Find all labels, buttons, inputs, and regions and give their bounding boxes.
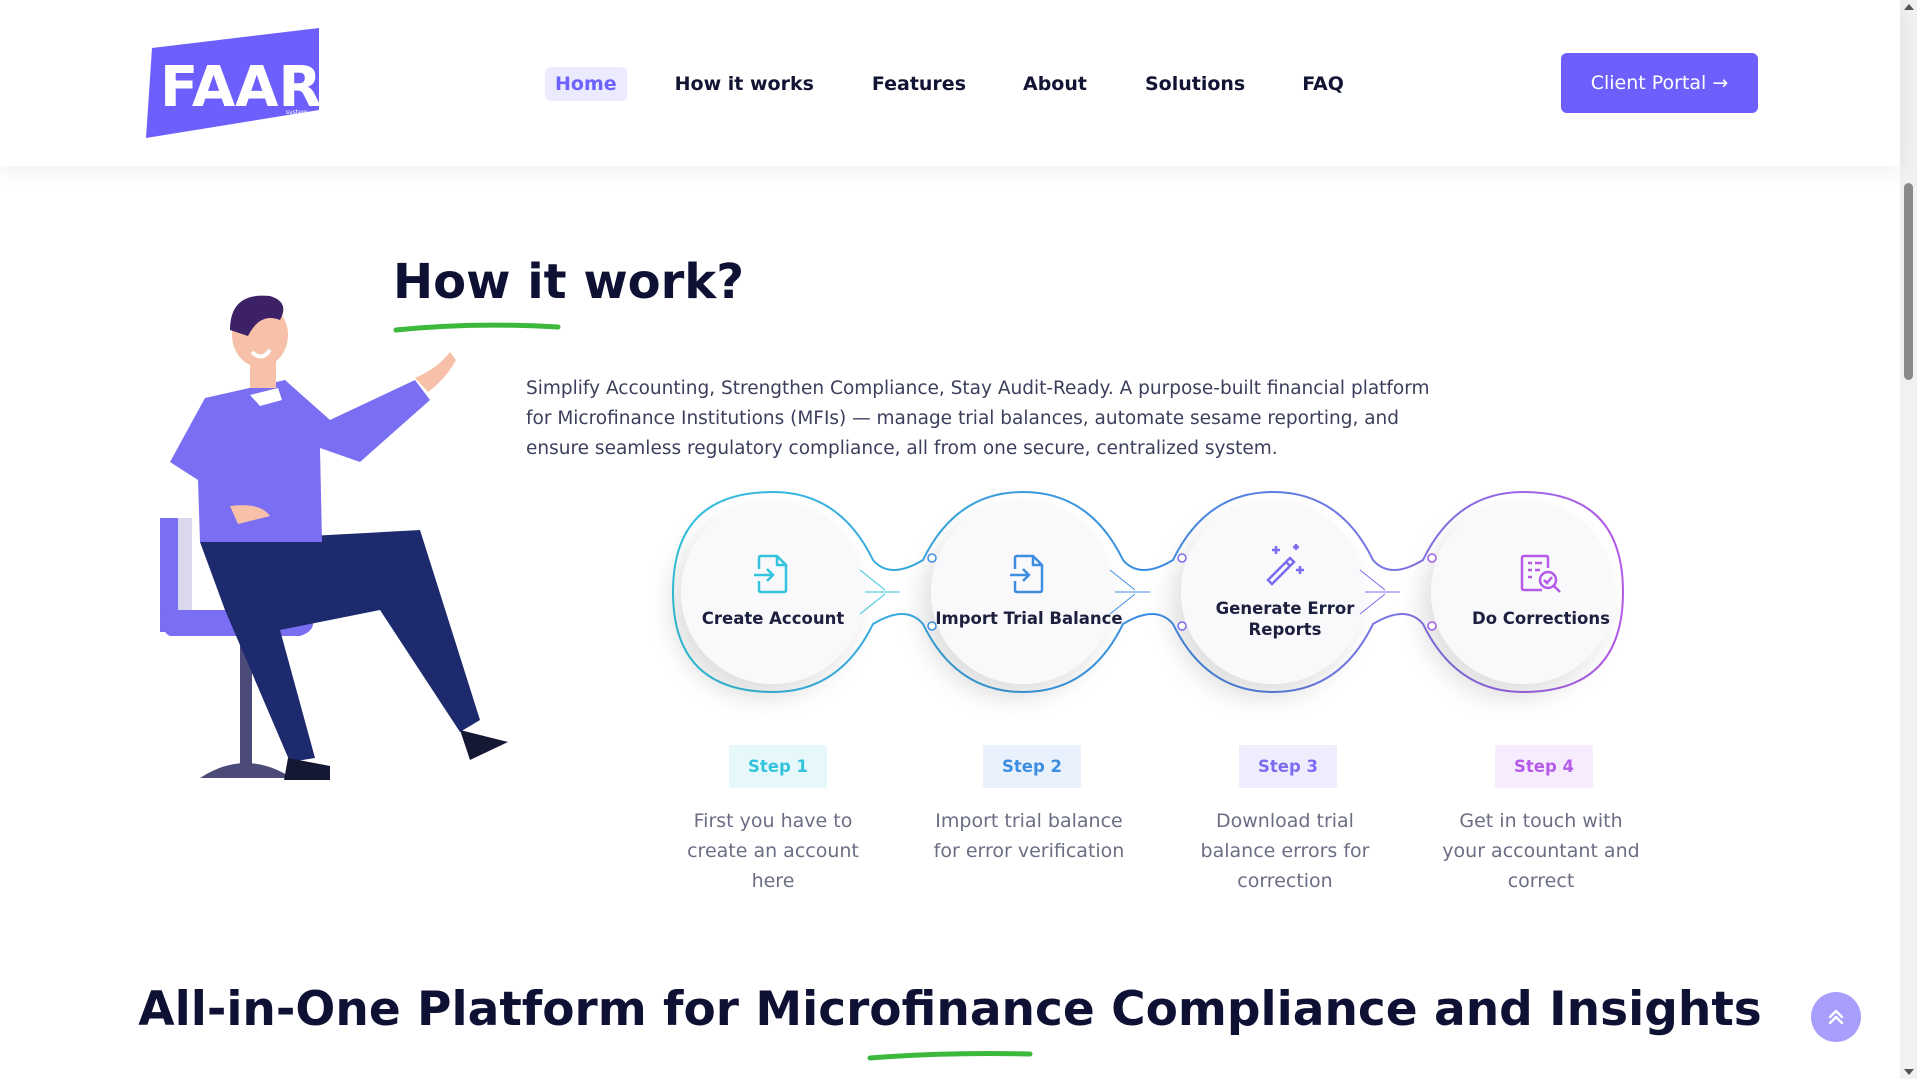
step-3-description: Download trial balance errors for correc… xyxy=(1200,810,1370,892)
scrollbar-thumb[interactable] xyxy=(1904,183,1913,380)
step-2-badge: Step 2 xyxy=(983,745,1081,788)
step-3-title: Generate Error Reports xyxy=(1215,599,1355,639)
intro-paragraph: Simplify Accounting, Strengthen Complian… xyxy=(526,377,1430,459)
platform-section-title: All-in-One Platform for Microfinance Com… xyxy=(138,982,1762,1037)
file-import-icon xyxy=(754,554,788,594)
step-4-badge: Step 4 xyxy=(1495,745,1593,788)
step-1-title: Create Account xyxy=(701,609,845,628)
steps-flow-diagram xyxy=(671,490,1625,694)
person-on-chair-illustration xyxy=(160,295,508,780)
title-underline xyxy=(393,322,561,333)
step-3-badge: Step 3 xyxy=(1239,745,1337,788)
client-portal-button[interactable]: Client Portal → xyxy=(1561,53,1758,113)
page: FAAR system Home How it works Features A… xyxy=(0,0,1900,1079)
step-4-title: Do Corrections xyxy=(1472,609,1610,628)
step-4-description: Get in touch with your accountant and co… xyxy=(1442,810,1640,892)
faar-logo[interactable]: FAAR system xyxy=(146,28,319,138)
magic-wand-icon xyxy=(1266,544,1304,586)
main-nav: Home How it works Features About Solutio… xyxy=(545,66,1354,102)
nav-features[interactable]: Features xyxy=(862,67,976,101)
nav-how-it-works[interactable]: How it works xyxy=(665,67,824,101)
how-it-works-title: How it work? xyxy=(393,254,745,310)
nav-home[interactable]: Home xyxy=(545,67,627,101)
double-chevron-up-icon xyxy=(1828,1009,1844,1025)
file-import-icon xyxy=(1010,554,1044,594)
back-to-top-button[interactable] xyxy=(1811,992,1861,1042)
nav-about[interactable]: About xyxy=(1013,67,1097,101)
page-scrollbar[interactable] xyxy=(1900,0,1917,1079)
scroll-up-arrow[interactable] xyxy=(1904,4,1914,10)
step-2-description: Import trial balance for error verificat… xyxy=(933,810,1125,862)
site-header: FAAR system Home How it works Features A… xyxy=(0,0,1900,166)
step-1-description: First you have to create an account here xyxy=(687,810,859,892)
logo-subtext: system xyxy=(286,109,308,116)
step-1-badge: Step 1 xyxy=(729,745,827,788)
nav-solutions[interactable]: Solutions xyxy=(1135,67,1255,101)
document-search-icon xyxy=(1520,554,1561,593)
scroll-down-arrow[interactable] xyxy=(1904,1069,1914,1075)
nav-faq[interactable]: FAQ xyxy=(1292,67,1354,101)
platform-title-underline xyxy=(867,1051,1033,1061)
step-2-title: Import Trial Balance xyxy=(935,609,1123,628)
